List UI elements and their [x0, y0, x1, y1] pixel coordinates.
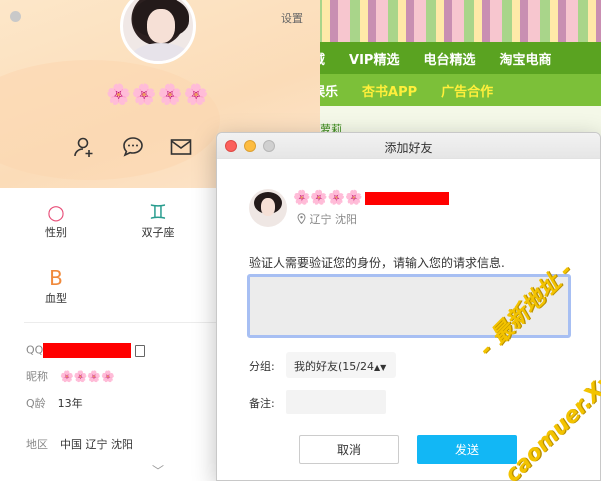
- mail-icon[interactable]: [169, 135, 193, 159]
- site-banner: [300, 0, 601, 42]
- friend-nickname: 🌸🌸🌸🌸: [293, 190, 449, 206]
- avatar[interactable]: [120, 0, 196, 64]
- nickname-row: 昵称 🌸🌸🌸🌸: [26, 368, 115, 384]
- site-nav-row2: 娱乐 杏书APP 广告合作: [300, 74, 601, 106]
- tag-label: 双子座: [141, 226, 175, 239]
- nickname-label: 昵称: [26, 370, 48, 383]
- dialog-titlebar: 添加好友: [217, 133, 600, 159]
- qq-age-label: Q龄: [26, 397, 46, 410]
- blood-type-icon: B: [49, 266, 63, 290]
- gemini-icon: ♊: [149, 200, 167, 224]
- redaction-bar: [364, 191, 449, 205]
- qq-row: QQ: [26, 343, 146, 358]
- profile-actions: [73, 135, 193, 159]
- site-nav-item[interactable]: 淘宝电商: [487, 49, 563, 68]
- window-close-button[interactable]: [10, 11, 21, 22]
- gender-icon: ○: [47, 200, 65, 224]
- header-decoration: [0, 60, 220, 180]
- location-pin-icon: [297, 213, 310, 226]
- add-friend-icon[interactable]: [73, 135, 97, 159]
- remark-label: 备注:: [249, 397, 275, 410]
- blood-type-tag: B 血型: [34, 266, 78, 306]
- friend-location: 辽宁 沈阳: [297, 211, 357, 227]
- copy-icon[interactable]: [135, 344, 146, 357]
- group-select-value: 我的好友(15/24: [294, 360, 374, 373]
- region-row: 地区 中国 辽宁 沈阳: [26, 436, 133, 452]
- region-value: 中国 辽宁 沈阳: [60, 438, 133, 451]
- redaction-bar: [43, 343, 132, 358]
- qq-age-row: Q龄 13年: [26, 395, 83, 411]
- zodiac-tag: ♊ 双子座: [136, 200, 180, 240]
- nickname-value: 🌸🌸🌸🌸: [60, 370, 115, 383]
- tag-label: 性别: [45, 226, 67, 239]
- qq-age-value: 13年: [57, 397, 83, 410]
- location-text: 辽宁 沈阳: [309, 213, 358, 226]
- site-nav-item[interactable]: 广告合作: [429, 81, 505, 100]
- chat-icon[interactable]: [121, 135, 145, 159]
- group-select[interactable]: 我的好友(15/24▲▼: [286, 352, 396, 378]
- cancel-button[interactable]: 取消: [299, 435, 399, 464]
- group-label: 分组:: [249, 360, 275, 373]
- site-nav-item[interactable]: 电台精选: [411, 49, 487, 68]
- site-nav-item[interactable]: VIP精选: [337, 49, 411, 68]
- select-caret-icon: ▲▼: [374, 363, 387, 372]
- qq-label: QQ: [26, 343, 44, 357]
- send-button[interactable]: 发送: [417, 435, 517, 464]
- dialog-title: 添加好友: [384, 141, 433, 155]
- friend-avatar: [249, 189, 287, 227]
- site-nav-item[interactable]: 杏书APP: [350, 81, 429, 100]
- verification-prompt: 验证人需要验证您的身份，请输入您的请求信息.: [249, 256, 505, 270]
- chevron-down-icon[interactable]: ﹀: [152, 462, 164, 479]
- site-nav-row1: 域 VIP精选 电台精选 淘宝电商: [300, 42, 601, 74]
- remark-input[interactable]: [286, 390, 386, 414]
- screen: 域 VIP精选 电台精选 淘宝电商 娱乐 杏书APP 广告合作 萝莉 设置 🌸🌸…: [0, 0, 601, 481]
- region-label: 地区: [26, 438, 48, 451]
- friend-nickname-flowers: 🌸🌸🌸🌸: [293, 190, 363, 206]
- profile-nickname: 🌸🌸🌸🌸: [106, 82, 210, 106]
- gender-tag: ○ 性别: [34, 200, 78, 240]
- settings-link[interactable]: 设置: [281, 10, 303, 26]
- tag-label: 血型: [45, 292, 67, 305]
